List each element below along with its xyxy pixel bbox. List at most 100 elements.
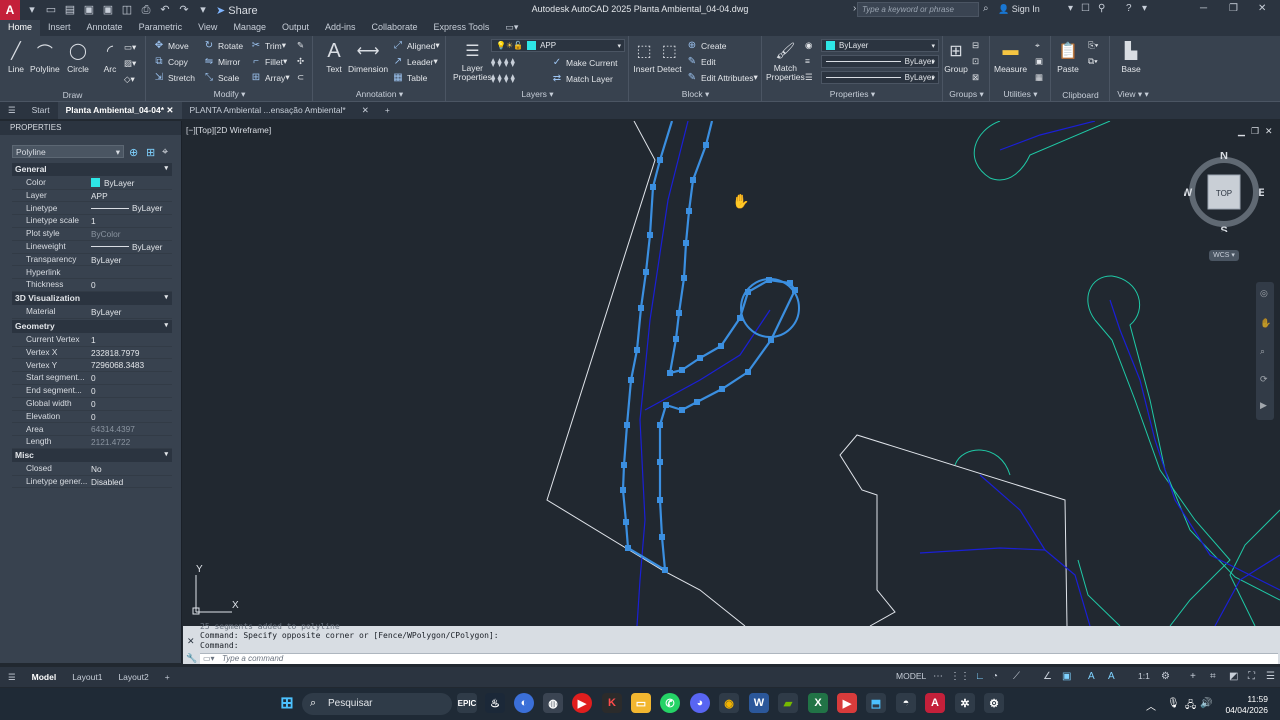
vertex-grip[interactable] <box>620 487 626 493</box>
minimize-icon[interactable]: ─ <box>1200 3 1207 14</box>
selected-polyline[interactable] <box>621 121 797 573</box>
property-value[interactable]: 2121.4722 <box>91 436 172 448</box>
edit-block-button[interactable]: ✎ Edit <box>686 56 716 67</box>
command-input[interactable]: Type a command <box>200 653 1278 664</box>
viewcube-svg[interactable]: TOP N S E W <box>1182 150 1266 237</box>
property-value[interactable]: ByLayer <box>91 306 172 318</box>
property-row-vertex-y[interactable]: Vertex Y 7296068.3483 <box>12 360 172 373</box>
zoom-extents-icon[interactable]: ⌕ <box>1260 346 1265 357</box>
property-row-start-segment[interactable]: Start segment... 0 <box>12 372 172 386</box>
property-row-thickness[interactable]: Thickness 0 <box>12 279 172 293</box>
vertex-grip[interactable] <box>787 280 793 286</box>
property-row-current-vertex[interactable]: Current Vertex 1 <box>12 334 172 347</box>
help-dropdown-icon[interactable]: ▾ <box>1142 3 1147 14</box>
vertex-grip[interactable] <box>667 370 673 376</box>
fullscreen-icon[interactable]: ⛶ <box>1248 671 1255 682</box>
copy-clip-icon[interactable]: ⧉▾ <box>1088 56 1098 67</box>
close-tab-icon[interactable]: ✕ <box>354 102 377 119</box>
tab-annotate[interactable]: Annotate <box>79 20 131 36</box>
vertex-grip[interactable] <box>718 343 724 349</box>
line-button[interactable]: ╱ Line <box>4 40 28 74</box>
buffer-line[interactable] <box>973 121 1111 181</box>
steering-wheel-icon[interactable]: ◎ <box>1260 288 1268 299</box>
workspace-gear-icon[interactable]: ⚙ <box>1161 671 1170 682</box>
drawing-canvas[interactable]: Y X ✋ <box>183 121 1280 626</box>
polyline-button[interactable]: ⌒ Polyline <box>30 40 60 74</box>
object-snap-tracking-icon[interactable]: ∠ <box>1043 671 1052 682</box>
vertex-grip[interactable] <box>662 567 668 573</box>
buffer-line[interactable] <box>1077 559 1121 626</box>
chrome-icon[interactable]: ◉ <box>719 693 739 713</box>
vertex-grip[interactable] <box>623 519 629 525</box>
tray-expand-icon[interactable]: ︿ <box>1146 698 1156 713</box>
paste-button[interactable]: 📋 Paste <box>1056 40 1080 74</box>
annotation-visibility-icon[interactable]: A <box>1088 671 1095 682</box>
vertex-grip[interactable] <box>690 177 696 183</box>
microphone-icon[interactable]: 🎙 <box>1167 698 1180 709</box>
property-value[interactable]: ByColor <box>91 228 172 240</box>
ortho-icon[interactable]: ∟ <box>975 671 985 682</box>
property-value[interactable]: APP <box>91 190 172 202</box>
app-icon-red[interactable]: K <box>602 693 622 713</box>
app-icon-blue[interactable]: ◐ <box>514 693 534 713</box>
nvidia-icon[interactable]: ▰ <box>778 693 798 713</box>
property-row-material[interactable]: Material ByLayer <box>12 306 172 319</box>
vertex-grip[interactable] <box>737 315 743 321</box>
text-button[interactable]: A Text <box>322 40 346 75</box>
layer-dropdown[interactable]: 💡☀🔓 APP ▾ <box>491 39 625 52</box>
view-panel-title[interactable]: View ▾ ▾ <box>1111 89 1155 100</box>
new-file-icon[interactable]: ▭ <box>44 3 58 17</box>
vertex-grip[interactable] <box>625 545 631 551</box>
tab-output[interactable]: Output <box>274 20 317 36</box>
vertex-grip[interactable] <box>745 369 751 375</box>
group-select-icon[interactable]: ⊠ <box>972 72 979 83</box>
property-value[interactable]: 1 <box>91 215 172 227</box>
insert-button[interactable]: ⬚ Insert <box>632 40 656 74</box>
tab-insert[interactable]: Insert <box>40 20 79 36</box>
create-block-button[interactable]: ⊕ Create <box>686 40 727 51</box>
annotation-scale-icon[interactable]: A <box>1108 671 1115 682</box>
stream-line[interactable] <box>644 309 771 411</box>
section-general[interactable]: General ▾ <box>12 163 172 176</box>
groups-panel-title[interactable]: Groups ▾ <box>944 89 989 100</box>
selected-circle[interactable] <box>740 278 800 338</box>
layout-tab-layout2[interactable]: Layout2 <box>110 672 156 682</box>
property-value[interactable]: 1 <box>91 334 172 346</box>
vertex-grip[interactable] <box>686 208 692 214</box>
app-icon-chatgpt[interactable]: ✲ <box>955 693 975 713</box>
status-menu-icon[interactable]: ☰ <box>0 672 24 683</box>
calculator-icon[interactable]: ▦ <box>1035 72 1043 83</box>
vertex-grip[interactable] <box>650 184 656 190</box>
property-row-elevation[interactable]: Elevation 0 <box>12 411 172 424</box>
erase-icon[interactable]: ✎ <box>297 40 304 51</box>
app-icon-teams[interactable]: ⬒ <box>866 693 886 713</box>
open-file-icon[interactable]: ▤ <box>63 3 77 17</box>
quick-select-palette-icon[interactable]: ⌖ <box>162 146 168 159</box>
stream-line[interactable] <box>979 474 1046 551</box>
redo-icon[interactable]: ↷ <box>177 3 191 17</box>
share-button[interactable]: ➤ Share <box>216 4 258 17</box>
buffer-line[interactable] <box>1094 319 1231 626</box>
vertex-grip[interactable] <box>745 289 751 295</box>
plot-icon[interactable]: ⎙ <box>139 3 153 17</box>
layer-tools-icons[interactable]: ⧫ ⧫ ⧫ ⧫ <box>491 57 515 68</box>
property-row-area[interactable]: Area 64314.4397 <box>12 424 172 437</box>
add-layout-icon[interactable]: + <box>157 672 178 682</box>
file-explorer-icon[interactable]: ▭ <box>631 693 651 713</box>
vertex-grip[interactable] <box>681 275 687 281</box>
rectangle-icon[interactable]: ▭▾ <box>124 42 136 53</box>
layer-properties-button[interactable]: ☰ Layer Properties <box>453 40 492 82</box>
vertex-grip[interactable] <box>657 157 663 163</box>
web-mobile-icon[interactable]: ◫ <box>120 3 134 17</box>
compass-w[interactable]: W <box>1182 187 1193 199</box>
network-icon[interactable]: 🖧 <box>1185 698 1196 715</box>
vertex-grip[interactable] <box>768 337 774 343</box>
new-tab-icon[interactable]: + <box>377 102 398 119</box>
tab-collaborate[interactable]: Collaborate <box>364 20 426 36</box>
layout-tab-model[interactable]: Model <box>24 672 65 682</box>
wcs-dropdown[interactable]: WCS ▾ <box>1209 250 1239 261</box>
lineweight-dropdown[interactable]: ByLayer ▾ <box>821 55 939 68</box>
vertex-grip[interactable] <box>676 310 682 316</box>
app-icon-red-2[interactable]: ▶ <box>837 693 857 713</box>
property-value[interactable]: ByLayer <box>91 254 172 266</box>
